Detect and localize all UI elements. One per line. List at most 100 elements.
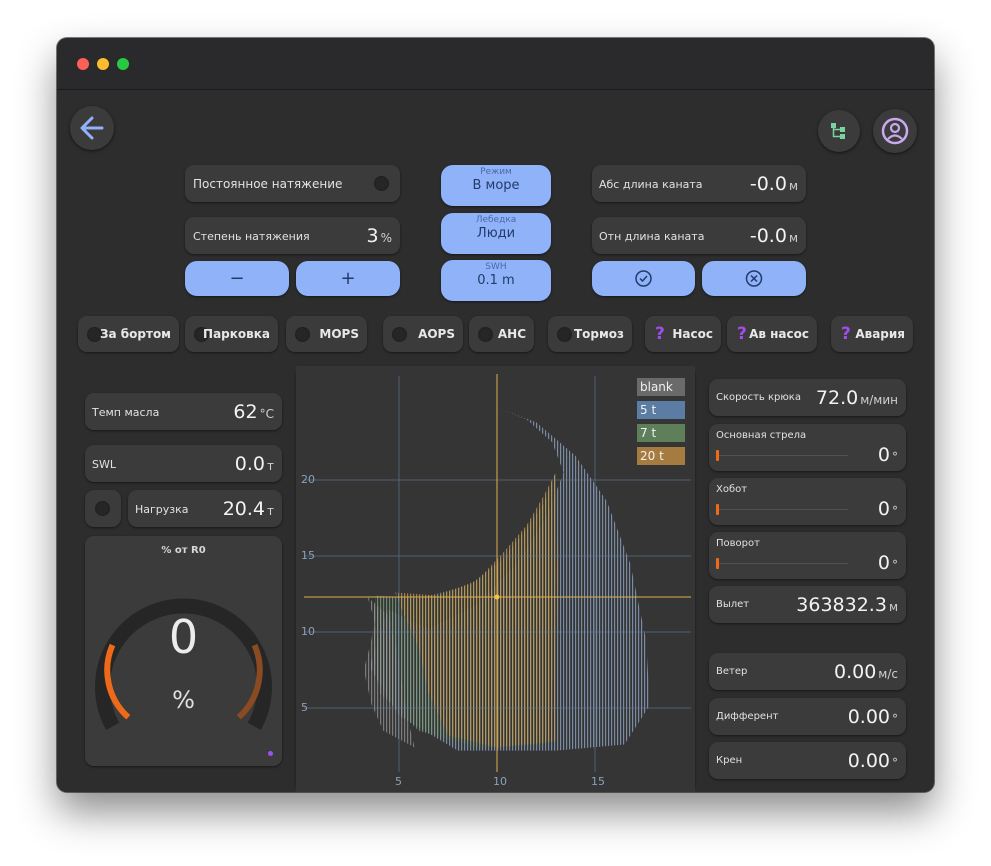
reach-label: Вылет <box>716 599 750 610</box>
arrow-left-icon <box>80 116 104 140</box>
hook-speed-field: Скорость крюка 72.0 м/мин <box>709 379 906 416</box>
trim-field: Дифферент 0.00 ° <box>709 698 906 735</box>
trim-value: 0.00 ° <box>847 706 898 728</box>
slew-field: Поворот 0 ° <box>709 532 906 579</box>
load-indicator-toggle[interactable] <box>85 490 121 527</box>
check-circle-icon <box>635 270 652 287</box>
load-indicator <box>95 501 110 516</box>
main-boom-value: 0 ° <box>877 444 898 466</box>
legend-item[interactable]: blank <box>637 378 685 396</box>
unknown-status-icon: ? <box>737 324 747 344</box>
trim-label: Дифферент <box>716 711 779 722</box>
flag-label: Тормоз <box>573 327 624 341</box>
gauge-unit: % <box>172 686 195 714</box>
tension-degree-value: 3% <box>366 225 393 247</box>
tension-degree-field: Степень натяжения 3% <box>185 217 400 254</box>
jib-slider-knob <box>716 504 719 515</box>
structure-button[interactable] <box>818 110 860 152</box>
main-boom-slider-knob <box>716 450 719 461</box>
flag-label: За бортом <box>99 327 171 341</box>
main-content: Постоянное натяжение Степень натяжения 3… <box>57 91 934 792</box>
y-tick-label: 10 <box>301 625 315 638</box>
regime-selector[interactable]: Режим В море <box>441 165 551 206</box>
jib-label: Хобот <box>716 484 748 495</box>
status-led <box>268 751 273 756</box>
swh-caption: SWH <box>485 262 507 272</box>
oil-temp-field: Темп масла 62 °C <box>85 393 282 430</box>
swl-field: SWL 0.0 т <box>85 445 282 482</box>
load-label: Нагрузка <box>135 503 189 516</box>
winch-value: Люди <box>476 226 516 241</box>
tension-degree-label: Степень натяжения <box>193 230 310 243</box>
flag-2[interactable]: Парковка <box>185 316 278 352</box>
cancel-button[interactable] <box>702 261 806 296</box>
maximize-window-button[interactable] <box>117 58 129 70</box>
swh-selector[interactable]: SWH 0.1 m <box>441 260 551 301</box>
heel-value: 0.00 ° <box>847 750 898 772</box>
main-boom-field: Основная стрела 0 ° <box>709 424 906 471</box>
app-window: Постоянное натяжение Степень натяжения 3… <box>57 38 934 792</box>
x-tick-label: 5 <box>395 775 402 788</box>
y-tick-label: 15 <box>301 549 315 562</box>
tension-minus-button[interactable]: − <box>185 261 289 296</box>
slew-slider-track <box>716 563 848 564</box>
flag-7[interactable]: ? Насос <box>645 316 721 352</box>
heel-label: Крен <box>716 755 743 766</box>
minimize-window-button[interactable] <box>97 58 109 70</box>
reach-value: 363832.3 м <box>796 594 898 616</box>
constant-tension-label: Постоянное натяжение <box>193 177 343 191</box>
flag-4[interactable]: AOPS <box>383 316 463 352</box>
x-circle-icon <box>745 270 763 287</box>
user-circle-icon <box>881 117 909 145</box>
swl-label: SWL <box>92 458 116 471</box>
swl-value: 0.0 т <box>234 453 274 475</box>
y-tick-label: 5 <box>301 701 308 714</box>
slew-value: 0 ° <box>877 552 898 574</box>
user-button[interactable] <box>873 109 917 153</box>
hook-speed-label: Скорость крюка <box>716 392 801 403</box>
r0-gauge-panel: % от R0 0 % <box>85 536 282 766</box>
flag-1[interactable]: За бортом <box>78 316 179 352</box>
regime-caption: Режим <box>480 167 512 177</box>
legend-item[interactable]: 7 t <box>637 424 685 442</box>
abs-rope-length-field: Абс длина каната -0.0 м <box>592 165 806 202</box>
hook-speed-value: 72.0 м/мин <box>815 387 898 409</box>
constant-tension-toggle[interactable]: Постоянное натяжение <box>185 165 400 202</box>
confirm-button[interactable] <box>592 261 695 296</box>
wind-field: Ветер 0.00 м/с <box>709 653 906 690</box>
slew-label: Поворот <box>716 538 760 549</box>
load-chart-panel: blank 5 t 7 t 20 t 5 10 15 5 10 15 20 <box>296 366 695 792</box>
legend-item[interactable]: 5 t <box>637 401 685 419</box>
close-window-button[interactable] <box>77 58 89 70</box>
flag-5[interactable]: AHC <box>469 316 534 352</box>
oil-temp-label: Темп масла <box>92 406 160 419</box>
abs-rope-length-label: Абс длина каната <box>599 178 703 191</box>
flag-9[interactable]: ? Авария <box>831 316 913 352</box>
slew-slider-knob <box>716 558 719 569</box>
rel-rope-length-value: -0.0 м <box>749 225 798 247</box>
winch-caption: Лебедка <box>475 215 517 225</box>
oil-temp-value: 62 °C <box>233 401 274 423</box>
x-tick-label: 10 <box>493 775 507 788</box>
swh-value: 0.1 m <box>477 273 515 288</box>
jib-field: Хобот 0 ° <box>709 478 906 525</box>
flag-3[interactable]: MOPS <box>286 316 367 352</box>
main-boom-slider-track <box>716 455 848 456</box>
load-chart <box>296 366 695 792</box>
flag-8[interactable]: ? Ав насос <box>727 316 817 352</box>
flag-label: Авария <box>855 327 905 341</box>
abs-rope-length-value: -0.0 м <box>749 173 798 195</box>
load-field: Нагрузка 20.4 т <box>128 490 282 527</box>
status-indicator <box>557 327 572 342</box>
heel-field: Крен 0.00 ° <box>709 742 906 779</box>
reach-field: Вылет 363832.3 м <box>709 586 906 623</box>
tension-plus-button[interactable]: + <box>296 261 400 296</box>
back-button[interactable] <box>70 106 114 150</box>
wind-value: 0.00 м/с <box>833 661 898 683</box>
flag-6[interactable]: Тормоз <box>548 316 632 352</box>
legend-item[interactable]: 20 t <box>637 447 685 465</box>
winch-selector[interactable]: Лебедка Люди <box>441 213 551 254</box>
rel-rope-length-field: Отн длина каната -0.0 м <box>592 217 806 254</box>
load-value: 20.4 т <box>222 498 274 520</box>
tree-structure-icon <box>831 123 845 139</box>
